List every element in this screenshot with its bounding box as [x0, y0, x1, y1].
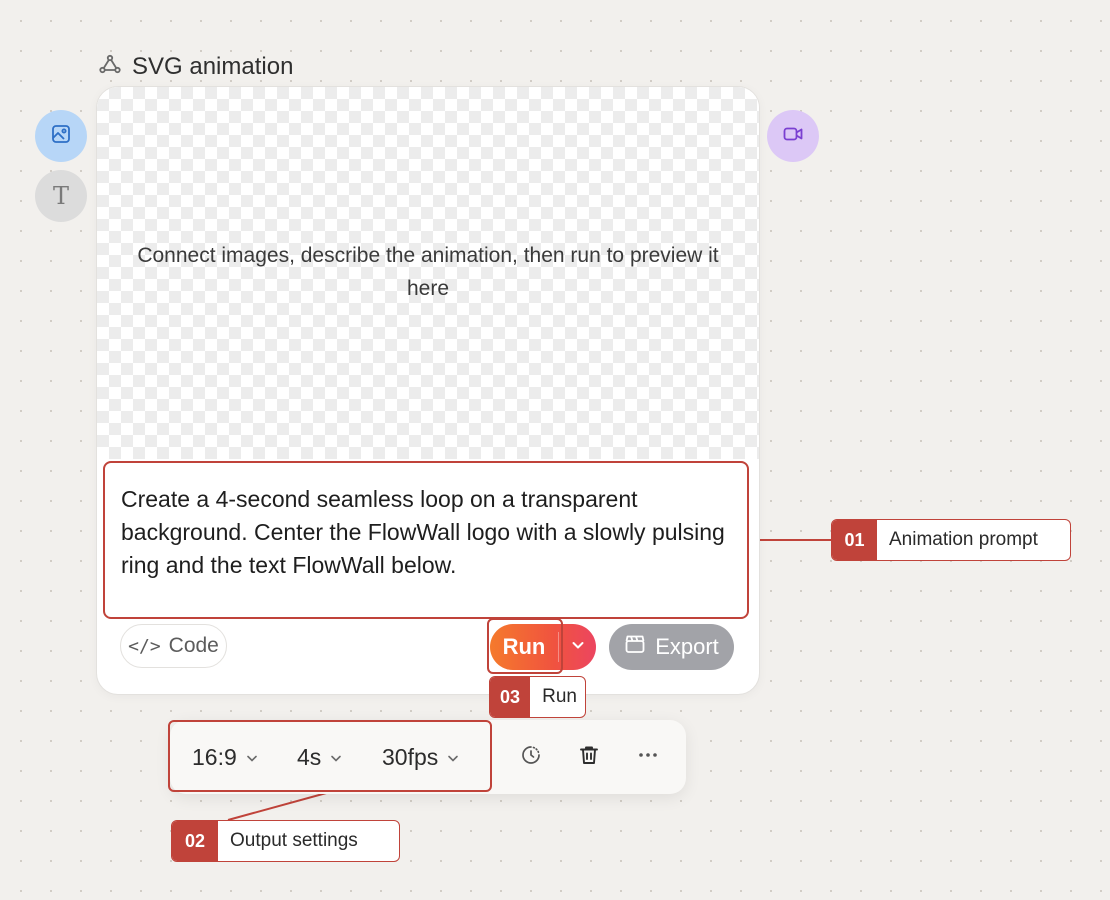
leader-line-02 [227, 791, 331, 821]
callout-output-settings: 02 Output settings [171, 820, 400, 862]
run-highlight-box [487, 618, 563, 674]
text-input-handle[interactable]: T [35, 170, 87, 222]
callout-number: 03 [490, 677, 531, 717]
video-output-handle[interactable] [767, 110, 819, 162]
more-options-button[interactable] [633, 742, 663, 772]
animation-prompt-input[interactable]: Create a 4-second seamless loop on a tra… [103, 461, 749, 619]
node-title: SVG animation [132, 52, 294, 80]
code-button[interactable]: </> Code [120, 624, 227, 668]
settings-highlight-box [168, 720, 492, 792]
callout-label: Animation prompt [889, 529, 1038, 550]
node-header: SVG animation [98, 52, 293, 81]
preview-empty-message: Connect images, describe the animation, … [137, 244, 719, 300]
chevron-down-icon [570, 637, 586, 658]
code-icon: </> [128, 635, 161, 657]
workflow-node-icon [98, 52, 122, 81]
callout-number: 01 [832, 520, 877, 560]
loading-spinner-button[interactable] [516, 742, 546, 772]
run-options-dropdown[interactable] [559, 624, 596, 670]
loading-spinner-icon [519, 743, 543, 772]
image-input-handle[interactable] [35, 110, 87, 162]
delete-button[interactable] [574, 742, 604, 772]
image-icon [50, 123, 72, 150]
export-button[interactable]: Export [609, 624, 734, 670]
callout-number: 02 [172, 821, 218, 861]
code-button-label: Code [168, 634, 219, 657]
video-camera-icon [782, 123, 804, 150]
callout-label: Output settings [230, 830, 358, 851]
export-button-label: Export [655, 634, 719, 659]
text-icon: T [52, 182, 69, 210]
animation-preview-area: Connect images, describe the animation, … [97, 87, 759, 459]
more-horizontal-icon [636, 743, 660, 772]
clapperboard-icon [624, 633, 646, 661]
callout-animation-prompt: 01 Animation prompt [831, 519, 1071, 561]
trash-icon [577, 743, 601, 772]
callout-run: 03 Run [489, 676, 586, 718]
callout-label: Run [542, 686, 577, 707]
